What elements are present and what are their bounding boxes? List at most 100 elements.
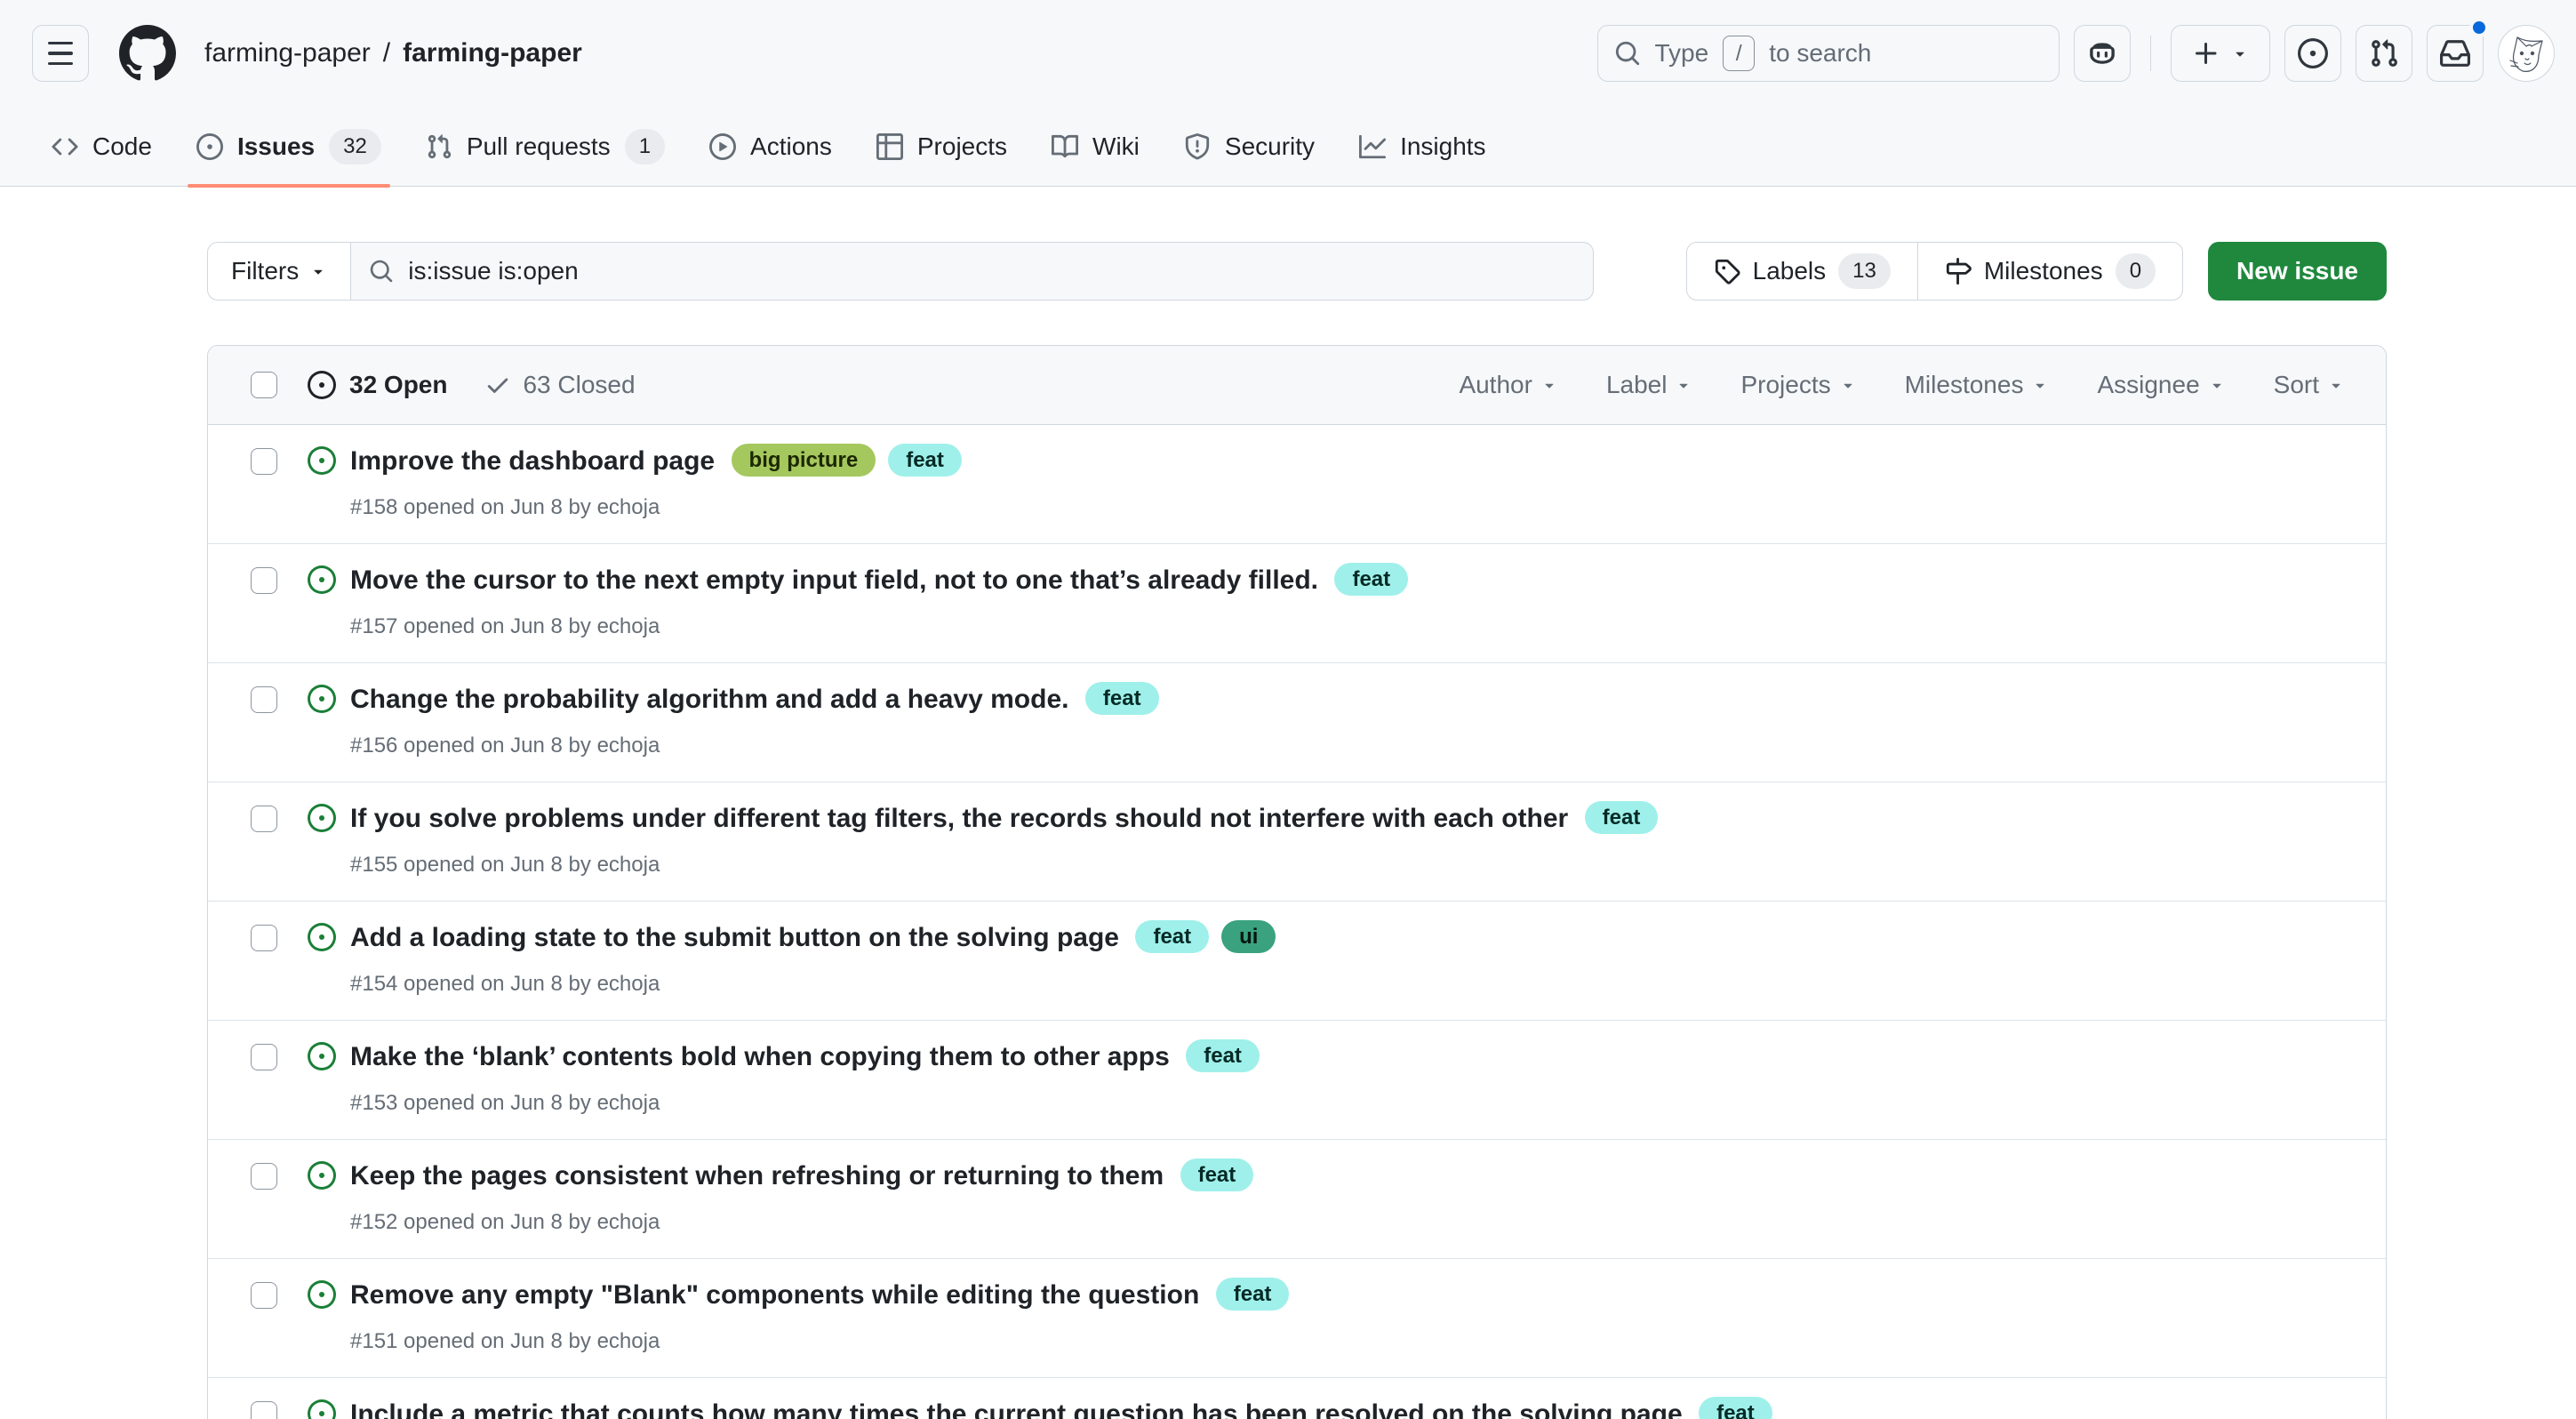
tab-actions[interactable]: Actions (693, 107, 848, 186)
select-all-checkbox[interactable] (251, 372, 277, 398)
tab-label: Insights (1400, 132, 1486, 161)
tab-issues[interactable]: Issues 32 (180, 107, 397, 186)
open-issue-icon (308, 1280, 336, 1309)
chevron-down-icon (2327, 376, 2345, 394)
issue-select-checkbox[interactable] (251, 1401, 277, 1419)
open-issue-icon (308, 1161, 336, 1190)
issue-label[interactable]: feat (1334, 563, 1408, 596)
book-icon (1052, 133, 1078, 160)
list-filter-dropdown[interactable]: Sort (2274, 371, 2345, 399)
issue-select-checkbox[interactable] (251, 1044, 277, 1070)
tab-pull-requests[interactable]: Pull requests 1 (410, 107, 681, 186)
issue-meta: #152 opened on Jun 8 by echoja (350, 1210, 1253, 1235)
issue-row-main: Add a loading state to the submit button… (350, 919, 1276, 997)
global-search-input[interactable]: Type / to search (1597, 25, 2060, 82)
issue-label[interactable]: feat (1135, 920, 1209, 953)
issue-title-link[interactable]: Include a metric that counts how many ti… (350, 1399, 1683, 1419)
issue-list-item: Keep the pages consistent when refreshin… (208, 1139, 2386, 1258)
issue-select-checkbox[interactable] (251, 567, 277, 594)
issue-title-line: Add a loading state to the submit button… (350, 919, 1276, 961)
labels-button[interactable]: Labels 13 (1687, 243, 1917, 300)
issue-opened-icon (308, 371, 336, 399)
issue-label[interactable]: feat (1585, 801, 1659, 834)
issue-title-line: Improve the dashboard page big picture fe… (350, 443, 962, 485)
issue-title-link[interactable]: Remove any empty "Blank" components whil… (350, 1280, 1199, 1310)
issue-rows: Improve the dashboard page big picture fe… (208, 425, 2386, 1419)
pull-requests-button[interactable] (2356, 25, 2412, 82)
issue-list-item: If you solve problems under different ta… (208, 782, 2386, 901)
filters-dropdown-button[interactable]: Filters (207, 242, 351, 301)
issues-list: 32 Open 63 Closed Author Label Projects … (207, 345, 2387, 1419)
milestone-icon (1945, 258, 1972, 285)
hamburger-menu-button[interactable] (32, 25, 89, 82)
issue-title-link[interactable]: Move the cursor to the next empty input … (350, 565, 1318, 595)
issue-label[interactable]: feat (1085, 682, 1159, 715)
issue-meta: #156 opened on Jun 8 by echoja (350, 734, 1159, 758)
tab-wiki[interactable]: Wiki (1036, 107, 1156, 186)
issue-title-link[interactable]: Keep the pages consistent when refreshin… (350, 1161, 1164, 1191)
issue-select-checkbox[interactable] (251, 686, 277, 713)
issue-meta: #155 opened on Jun 8 by echoja (350, 853, 1658, 878)
issue-list-item: Include a metric that counts how many ti… (208, 1377, 2386, 1419)
issue-label[interactable]: ui (1221, 920, 1276, 953)
open-issues-filter[interactable]: 32 Open (308, 371, 447, 399)
issue-title-link[interactable]: Improve the dashboard page (350, 446, 715, 476)
issue-list-item: Improve the dashboard page big picture fe… (208, 425, 2386, 543)
list-filter-dropdown[interactable]: Label (1606, 371, 1693, 399)
github-logo-icon[interactable] (119, 25, 176, 82)
list-filter-dropdown[interactable]: Assignee (2097, 371, 2225, 399)
issue-label[interactable]: feat (1699, 1397, 1772, 1419)
tab-insights[interactable]: Insights (1343, 107, 1502, 186)
breadcrumb-repo-link[interactable]: farming-paper (403, 38, 582, 68)
issue-select-checkbox[interactable] (251, 806, 277, 832)
breadcrumb: farming-paper / farming-paper (204, 38, 582, 68)
chevron-down-icon (2231, 44, 2249, 62)
issue-label[interactable]: big picture (732, 444, 876, 477)
create-new-button[interactable] (2171, 25, 2270, 82)
issue-title-link[interactable]: Change the probability algorithm and add… (350, 685, 1068, 714)
issues-dashboard-button[interactable] (2284, 25, 2341, 82)
list-filter-dropdown[interactable]: Milestones (1905, 371, 2050, 399)
issue-row-main: Keep the pages consistent when refreshin… (350, 1158, 1253, 1235)
issue-label[interactable]: feat (1180, 1158, 1254, 1191)
issue-row-main: Include a metric that counts how many ti… (350, 1396, 1772, 1419)
issue-select-checkbox[interactable] (251, 1163, 277, 1190)
inbox-button[interactable] (2427, 25, 2484, 82)
check-icon (484, 372, 511, 398)
issue-title-link[interactable]: If you solve problems under different ta… (350, 804, 1568, 833)
shield-icon (1184, 133, 1211, 160)
labels-count-badge: 13 (1838, 253, 1891, 289)
list-filter-dropdown[interactable]: Projects (1740, 371, 1856, 399)
toolbar-right: Labels 13 Milestones 0 New issue (1686, 242, 2387, 301)
avatar[interactable] (2498, 25, 2555, 82)
plus-icon (2192, 39, 2220, 68)
issues-search-input[interactable] (408, 257, 1575, 285)
issue-select-checkbox[interactable] (251, 1282, 277, 1309)
list-filter-dropdown[interactable]: Author (1459, 371, 1558, 399)
issue-row-main: Change the probability algorithm and add… (350, 681, 1159, 758)
closed-issues-filter[interactable]: 63 Closed (484, 371, 635, 399)
issue-select-checkbox[interactable] (251, 925, 277, 951)
issue-title-link[interactable]: Add a loading state to the submit button… (350, 923, 1119, 952)
issue-title-link[interactable]: Make the ‘blank’ contents bold when copy… (350, 1042, 1170, 1071)
tag-icon (1714, 258, 1740, 285)
tab-label: Actions (750, 132, 832, 161)
search-icon (369, 259, 394, 284)
issue-label[interactable]: feat (888, 444, 962, 477)
issue-select-checkbox[interactable] (251, 448, 277, 475)
copilot-button[interactable] (2074, 25, 2131, 82)
issue-row-main: Improve the dashboard page big picture fe… (350, 443, 962, 520)
breadcrumb-owner-link[interactable]: farming-paper (204, 38, 371, 68)
tab-security[interactable]: Security (1168, 107, 1331, 186)
issue-meta: #158 opened on Jun 8 by echoja (350, 495, 962, 520)
new-issue-button[interactable]: New issue (2208, 242, 2387, 301)
open-count-label: 32 Open (349, 371, 447, 399)
tab-code[interactable]: Code (36, 107, 168, 186)
closed-count-label: 63 Closed (523, 371, 635, 399)
milestones-button[interactable]: Milestones 0 (1917, 243, 2182, 300)
issue-label[interactable]: feat (1186, 1039, 1260, 1072)
issue-label[interactable]: feat (1216, 1278, 1290, 1311)
app-header: farming-paper / farming-paper Type / to … (0, 0, 2576, 107)
issue-meta: #154 opened on Jun 8 by echoja (350, 972, 1276, 997)
tab-projects[interactable]: Projects (860, 107, 1023, 186)
